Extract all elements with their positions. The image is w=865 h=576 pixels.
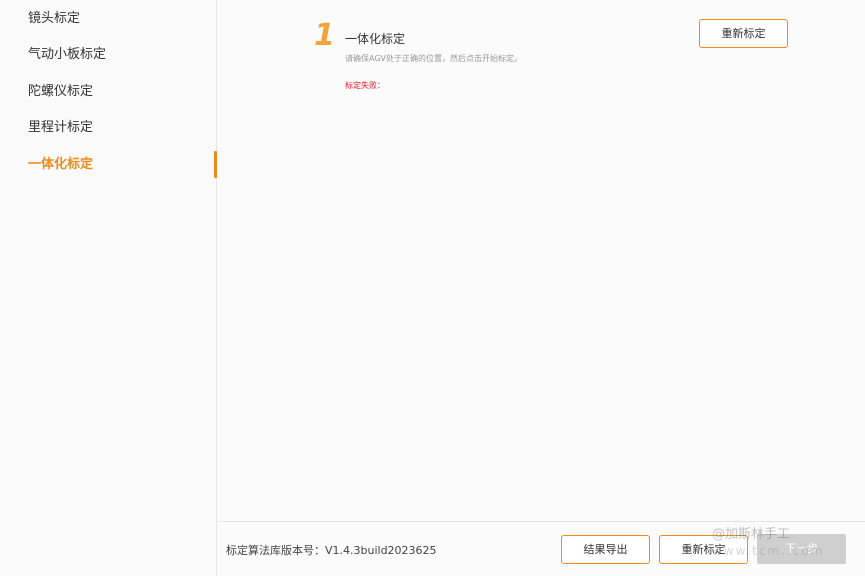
next-step-button[interactable]: 下一步: [757, 534, 846, 564]
recalibrate-button[interactable]: 重新标定: [659, 535, 748, 564]
sidebar-item-lens-calibration[interactable]: 镜头标定: [28, 9, 80, 29]
sidebar-item-gyroscope-calibration[interactable]: 陀螺仪标定: [28, 82, 93, 102]
version-label: 标定算法库版本号：V1.4.3build2023625: [226, 544, 437, 557]
sidebar-item-odometer-calibration[interactable]: 里程计标定: [28, 118, 93, 138]
status-text: 标定失败：: [345, 81, 385, 90]
step-number: 1: [314, 18, 335, 53]
footer-bar: 标定算法库版本号：V1.4.3build2023625 结果导出 重新标定 下一…: [218, 521, 865, 576]
sidebar-item-pneumatic-board-calibration[interactable]: 气动小板标定: [28, 45, 106, 65]
active-indicator: [214, 151, 217, 178]
export-results-button[interactable]: 结果导出: [561, 535, 650, 564]
main-panel: 1 一体化标定 请确保AGV处于正确的位置，然后点击开始标定。 标定失败： 重新…: [218, 0, 865, 521]
step-hint: 请确保AGV处于正确的位置，然后点击开始标定。: [345, 54, 523, 63]
recalibrate-button-top[interactable]: 重新标定: [699, 19, 788, 48]
sidebar-item-integrated-calibration[interactable]: 一体化标定: [28, 155, 93, 175]
step-title: 一体化标定: [345, 32, 406, 46]
sidebar: 镜头标定 气动小板标定 陀螺仪标定 里程计标定 一体化标定: [0, 0, 217, 576]
